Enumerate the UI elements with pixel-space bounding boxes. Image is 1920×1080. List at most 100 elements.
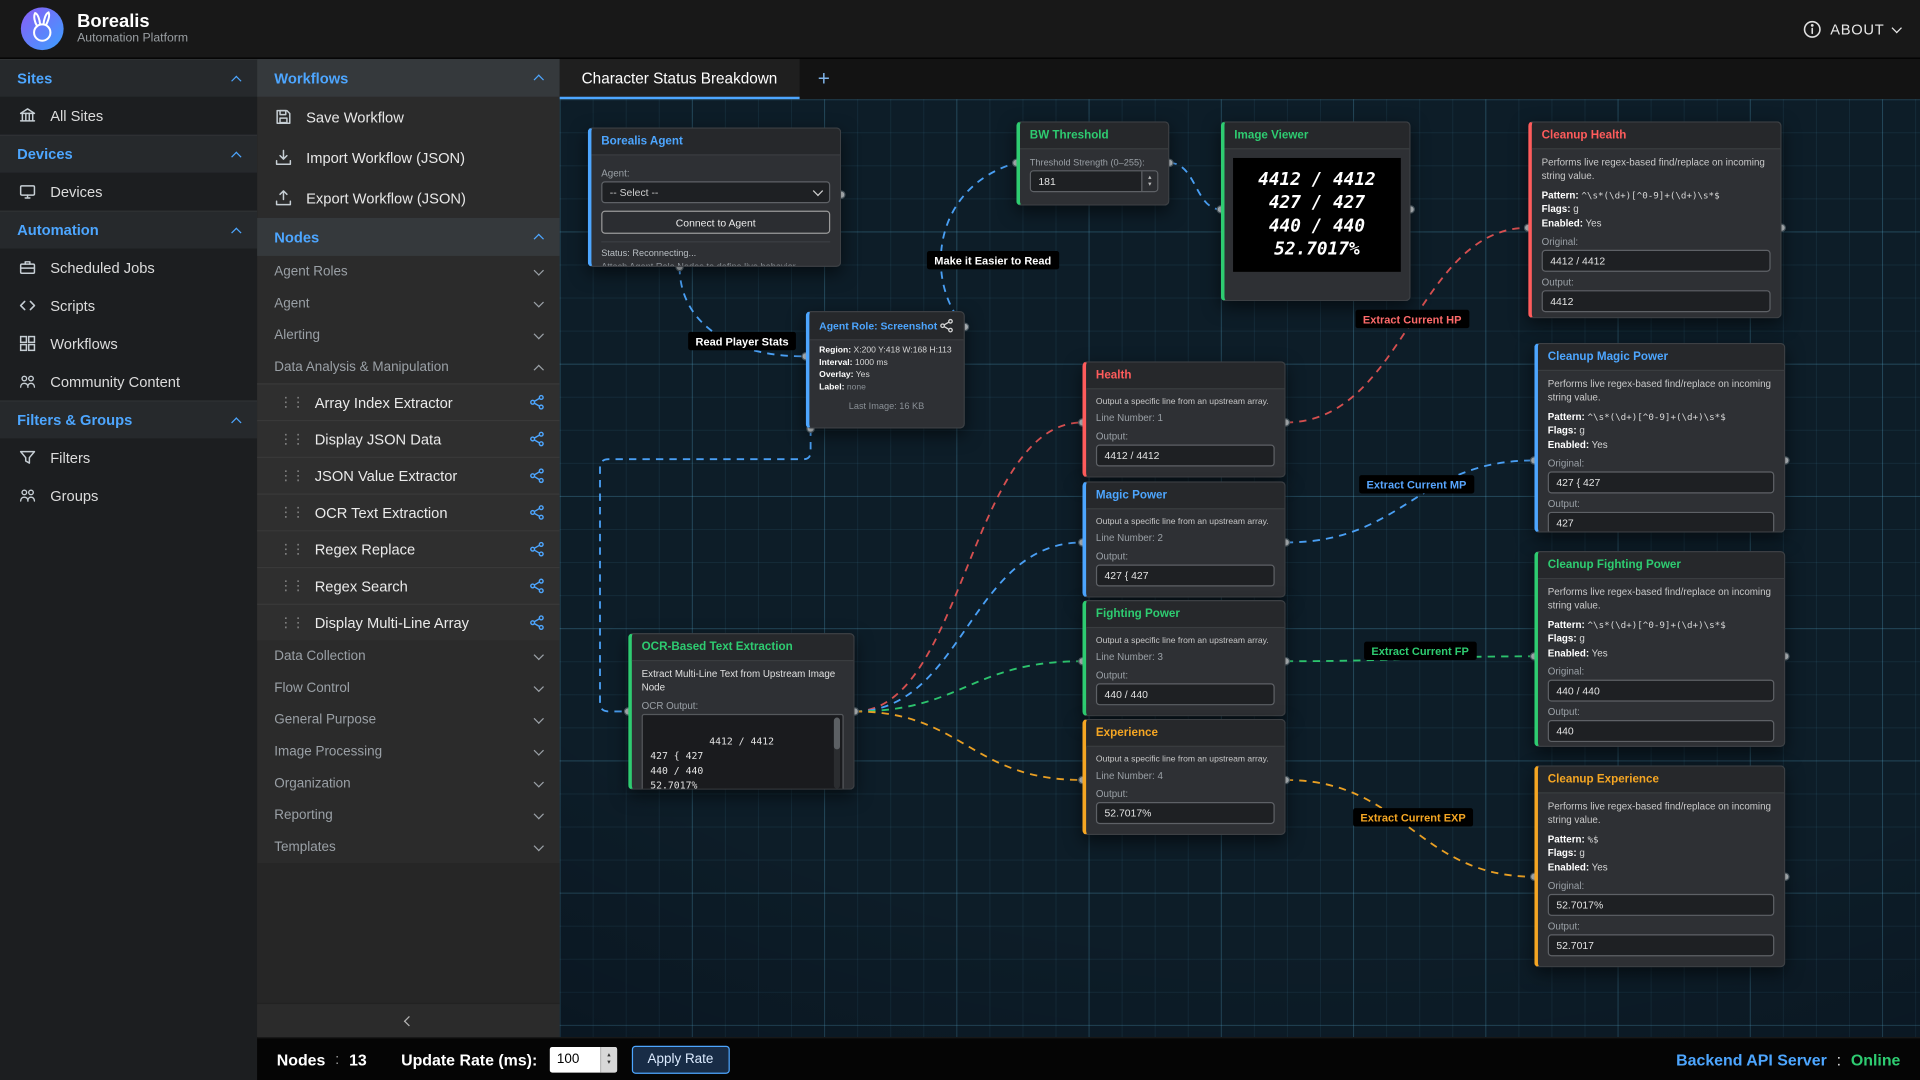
node-bw-threshold[interactable]: BW Threshold Threshold Strength (0–255):… xyxy=(1016,121,1169,205)
node-fighting-power[interactable]: Fighting Power Output a specific line fr… xyxy=(1082,600,1285,716)
output-field[interactable]: 52.7017 xyxy=(1548,934,1775,956)
chevron-up-icon xyxy=(534,364,544,374)
collapse-panel-button[interactable] xyxy=(257,1003,559,1037)
sidebar-item-scheduled-jobs[interactable]: Scheduled Jobs xyxy=(0,249,257,287)
sidebar-section-devices[interactable]: Devices xyxy=(0,135,257,173)
stepper-icon[interactable]: ▴▾ xyxy=(600,1046,617,1072)
node-cleanup-experience[interactable]: Cleanup Experience Performs live regex-b… xyxy=(1534,765,1785,967)
category-organization[interactable]: Organization xyxy=(257,768,559,800)
share-icon[interactable] xyxy=(529,578,545,594)
workflow-canvas[interactable]: Read Player Stats Make it Easier to Read… xyxy=(560,99,1920,1037)
category-data-collection[interactable]: Data Collection xyxy=(257,640,559,672)
node-health[interactable]: Health Output a specific line from an up… xyxy=(1082,361,1285,477)
output-field[interactable]: 427 { 427 xyxy=(1096,565,1275,587)
category-data-analysis[interactable]: Data Analysis & Manipulation xyxy=(257,351,559,383)
original-field[interactable]: 440 / 440 xyxy=(1548,679,1775,701)
new-tab-button[interactable]: + xyxy=(799,59,848,99)
edge-label-extract-current-hp[interactable]: Extract Current HP xyxy=(1356,310,1469,328)
borealis-logo-icon[interactable] xyxy=(20,6,65,51)
share-icon[interactable] xyxy=(529,468,545,484)
node-agent-role-screenshot[interactable]: Agent Role: Screenshot Region: X:200 Y:4… xyxy=(806,311,965,429)
node-experience[interactable]: Experience Output a specific line from a… xyxy=(1082,719,1285,835)
category-agent[interactable]: Agent xyxy=(257,288,559,320)
output-field[interactable]: 4412 / 4412 xyxy=(1096,445,1275,467)
sidebar-section-filters-groups[interactable]: Filters & Groups xyxy=(0,400,257,438)
original-field[interactable]: 427 { 427 xyxy=(1548,471,1775,493)
drag-handle-icon[interactable]: ⋮⋮ xyxy=(279,504,303,520)
node-ocr-text-extraction[interactable]: OCR-Based Text Extraction Extract Multi-… xyxy=(628,633,855,790)
category-general-purpose[interactable]: General Purpose xyxy=(257,704,559,736)
palette-item-ocr-text-extraction[interactable]: ⋮⋮ OCR Text Extraction xyxy=(257,493,559,530)
drag-handle-icon[interactable]: ⋮⋮ xyxy=(279,578,303,594)
share-icon[interactable] xyxy=(529,615,545,631)
category-reporting[interactable]: Reporting xyxy=(257,800,559,832)
workflows-panel-header[interactable]: Workflows xyxy=(257,59,559,97)
edge-label-extract-current-fp[interactable]: Extract Current FP xyxy=(1364,642,1476,660)
palette-item-label: Regex Replace xyxy=(315,541,519,558)
sidebar-item-scripts[interactable]: Scripts xyxy=(0,287,257,325)
category-agent-roles[interactable]: Agent Roles xyxy=(257,256,559,288)
category-flow-control[interactable]: Flow Control xyxy=(257,672,559,704)
stepper-icon[interactable]: ▴▾ xyxy=(1141,171,1157,191)
scrollbar-thumb[interactable] xyxy=(834,717,840,749)
about-menu[interactable]: ABOUT xyxy=(1802,19,1900,39)
connect-to-agent-button[interactable]: Connect to Agent xyxy=(601,211,830,234)
palette-item-array-index-extractor[interactable]: ⋮⋮ Array Index Extractor xyxy=(257,383,559,420)
sidebar-item-all-sites[interactable]: All Sites xyxy=(0,97,257,135)
save-workflow-button[interactable]: Save Workflow xyxy=(257,97,559,137)
drag-handle-icon[interactable]: ⋮⋮ xyxy=(279,431,303,447)
share-icon[interactable] xyxy=(939,318,954,333)
tab-character-status-breakdown[interactable]: Character Status Breakdown xyxy=(560,59,800,99)
category-image-processing[interactable]: Image Processing xyxy=(257,736,559,768)
sidebar-section-sites[interactable]: Sites xyxy=(0,59,257,97)
palette-item-label: OCR Text Extraction xyxy=(315,504,519,521)
palette-item-regex-search[interactable]: ⋮⋮ Regex Search xyxy=(257,567,559,604)
sidebar-section-automation[interactable]: Automation xyxy=(0,211,257,249)
ocr-output-textarea[interactable]: 4412 / 4412 427 { 427 440 / 440 52.7017% xyxy=(642,713,844,789)
output-field[interactable]: 4412 xyxy=(1542,290,1771,312)
edge-label-extract-current-exp[interactable]: Extract Current EXP xyxy=(1353,808,1473,826)
category-alerting[interactable]: Alerting xyxy=(257,320,559,352)
share-icon[interactable] xyxy=(529,541,545,557)
node-borealis-agent[interactable]: Borealis Agent Agent: -- Select -- Conne… xyxy=(588,127,841,267)
node-cleanup-magic-power[interactable]: Cleanup Magic Power Performs live regex-… xyxy=(1534,343,1785,533)
palette-item-display-multiline-array[interactable]: ⋮⋮ Display Multi-Line Array xyxy=(257,604,559,641)
edge-label-make-it-easier[interactable]: Make it Easier to Read xyxy=(927,251,1059,269)
sidebar-item-community-content[interactable]: Community Content xyxy=(0,362,257,400)
share-icon[interactable] xyxy=(529,431,545,447)
drag-handle-icon[interactable]: ⋮⋮ xyxy=(279,394,303,410)
edge-label-extract-current-mp[interactable]: Extract Current MP xyxy=(1359,475,1474,493)
node-cleanup-health[interactable]: Cleanup Health Performs live regex-based… xyxy=(1528,121,1781,318)
drag-handle-icon[interactable]: ⋮⋮ xyxy=(279,541,303,557)
palette-item-display-json-data[interactable]: ⋮⋮ Display JSON Data xyxy=(257,420,559,457)
import-icon xyxy=(274,148,292,166)
apply-rate-button[interactable]: Apply Rate xyxy=(632,1045,730,1073)
drag-handle-icon[interactable]: ⋮⋮ xyxy=(279,615,303,631)
sidebar-item-filters[interactable]: Filters xyxy=(0,438,257,476)
output-field[interactable]: 427 xyxy=(1548,511,1775,532)
nodes-panel-header[interactable]: Nodes xyxy=(257,218,559,256)
node-cleanup-fighting-power[interactable]: Cleanup Fighting Power Performs live reg… xyxy=(1534,551,1785,747)
import-workflow-button[interactable]: Import Workflow (JSON) xyxy=(257,137,559,177)
threshold-input[interactable]: 181 ▴▾ xyxy=(1030,170,1159,192)
palette-item-regex-replace[interactable]: ⋮⋮ Regex Replace xyxy=(257,530,559,567)
category-templates[interactable]: Templates xyxy=(257,831,559,863)
drag-handle-icon[interactable]: ⋮⋮ xyxy=(279,468,303,484)
output-field[interactable]: 440 / 440 xyxy=(1096,683,1275,705)
output-field[interactable]: 52.7017% xyxy=(1096,802,1275,824)
sidebar-item-workflows[interactable]: Workflows xyxy=(0,324,257,362)
original-field[interactable]: 4412 / 4412 xyxy=(1542,249,1771,271)
edge-label-read-player-stats[interactable]: Read Player Stats xyxy=(688,332,796,350)
output-field[interactable]: 440 xyxy=(1548,720,1775,742)
export-workflow-button[interactable]: Export Workflow (JSON) xyxy=(257,178,559,218)
agent-select[interactable]: -- Select -- xyxy=(601,181,830,203)
share-icon[interactable] xyxy=(529,394,545,410)
node-magic-power[interactable]: Magic Power Output a specific line from … xyxy=(1082,481,1285,597)
sidebar-item-groups[interactable]: Groups xyxy=(0,476,257,514)
palette-item-json-value-extractor[interactable]: ⋮⋮ JSON Value Extractor xyxy=(257,457,559,494)
original-field[interactable]: 52.7017% xyxy=(1548,893,1775,915)
sidebar-item-devices[interactable]: Devices xyxy=(0,173,257,211)
node-image-viewer[interactable]: Image Viewer 4412 / 4412 427 / 427 440 /… xyxy=(1221,121,1411,301)
update-rate-input[interactable]: 100 ▴▾ xyxy=(550,1046,617,1072)
share-icon[interactable] xyxy=(529,504,545,520)
